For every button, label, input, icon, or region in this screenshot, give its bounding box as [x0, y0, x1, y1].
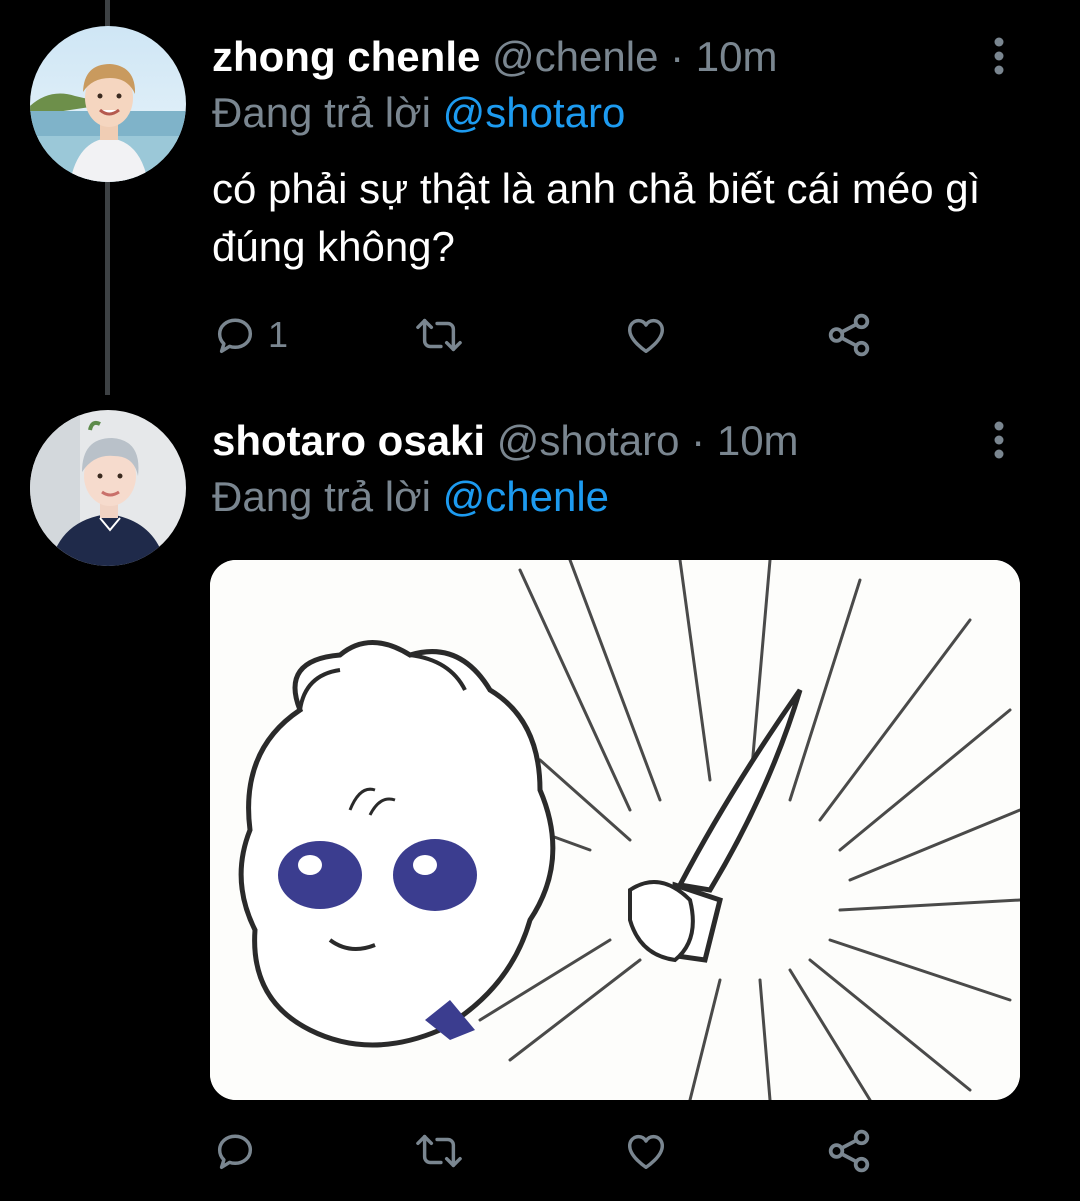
- tweet-header: shotaro osaki @shotaro · 10m: [212, 416, 799, 466]
- author-name[interactable]: shotaro osaki: [212, 417, 485, 464]
- reply-button[interactable]: 1: [212, 310, 288, 360]
- author-handle[interactable]: @chenle: [492, 33, 658, 80]
- avatar-shotaro[interactable]: [30, 410, 186, 566]
- media-image[interactable]: [210, 560, 1020, 1100]
- share-icon: [828, 313, 870, 357]
- more-options-icon[interactable]: [984, 32, 1014, 82]
- replying-to: Đang trả lời @shotaro: [212, 88, 625, 138]
- retweet-icon: [416, 1134, 462, 1168]
- mention-link[interactable]: @shotaro: [443, 89, 626, 136]
- tweet-header: zhong chenle @chenle · 10m: [212, 32, 777, 82]
- retweet-icon: [416, 318, 462, 352]
- author-handle[interactable]: @shotaro: [497, 417, 680, 464]
- like-icon: [627, 1134, 665, 1170]
- share-button[interactable]: [824, 310, 874, 360]
- reply-button[interactable]: [212, 1126, 258, 1176]
- separator-dot: ·: [691, 417, 706, 464]
- reply-icon: [217, 1134, 253, 1170]
- replying-to-label: Đang trả lời: [212, 89, 431, 136]
- retweet-button[interactable]: [412, 1126, 466, 1176]
- timestamp[interactable]: 10m: [696, 33, 778, 80]
- retweet-button[interactable]: [412, 310, 466, 360]
- share-icon: [828, 1129, 870, 1173]
- timestamp[interactable]: 10m: [717, 417, 799, 464]
- author-name[interactable]: zhong chenle: [212, 33, 480, 80]
- tweet-chenle[interactable]: zhong chenle @chenle · 10m Đang trả lời …: [0, 0, 1080, 395]
- reply-count: 1: [268, 314, 289, 355]
- reply-icon: [217, 318, 253, 354]
- tweet-actions: 1: [212, 310, 912, 360]
- replying-to: Đang trả lời @chenle: [212, 472, 609, 522]
- separator-dot: ·: [670, 33, 685, 80]
- share-button[interactable]: [824, 1126, 874, 1176]
- tweet-actions: [212, 1126, 912, 1176]
- like-icon: [627, 318, 665, 354]
- more-options-icon[interactable]: [984, 416, 1014, 466]
- like-button[interactable]: [622, 1126, 670, 1176]
- tweet-text: có phải sự thật là anh chả biết cái méo …: [212, 165, 981, 270]
- mention-link[interactable]: @chenle: [443, 473, 609, 520]
- replying-to-label: Đang trả lời: [212, 473, 431, 520]
- avatar-chenle[interactable]: [30, 26, 186, 182]
- like-button[interactable]: [622, 310, 670, 360]
